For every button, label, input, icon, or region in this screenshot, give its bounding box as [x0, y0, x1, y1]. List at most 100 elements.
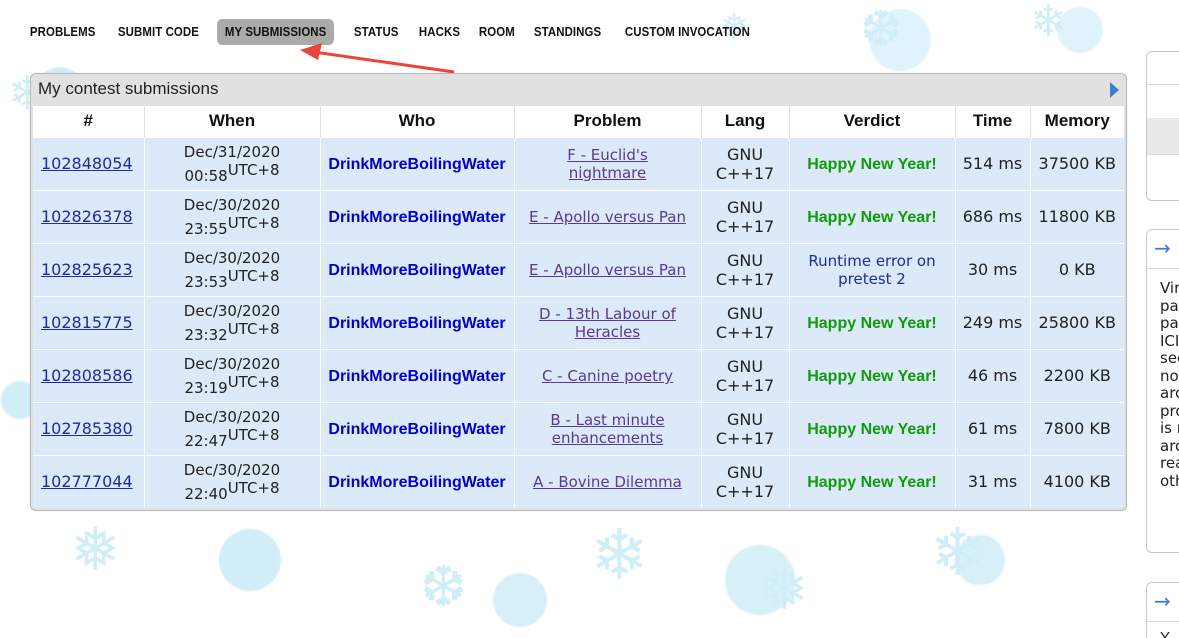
language-label: GNU C++17 [715, 144, 775, 183]
problem-cell: D - 13th Labour of Heracles [514, 295, 702, 349]
verdict-cell: Happy New Year! [789, 136, 956, 190]
submission-date: Dec/31/2020 [183, 142, 281, 161]
memory-cell: 37500 KB [1030, 136, 1124, 190]
submission-id-link[interactable]: 102826378 [41, 207, 133, 226]
who-cell: DrinkMoreBoilingWater [320, 454, 515, 508]
nav-item-problems[interactable]: PROBLEMS [22, 19, 103, 45]
verdict-cell: Happy New Year! [789, 295, 956, 349]
problem-cell: E - Apollo versus Pan [514, 189, 702, 243]
submission-id-link[interactable]: 102808586 [41, 366, 133, 385]
column-header: Verdict [789, 106, 956, 137]
language-label: GNU C++17 [715, 409, 775, 448]
panel-toggle-icon[interactable] [1110, 82, 1119, 98]
language-label: GNU C++17 [715, 462, 775, 501]
memory-cell: 0 KB [1030, 242, 1124, 296]
annotation-arrow [300, 43, 455, 74]
submission-date: Dec/30/2020 [183, 195, 281, 214]
column-header: # [33, 106, 145, 137]
snowflake-decoration: ❄ [0, 377, 34, 423]
user-handle-link[interactable]: DrinkMoreBoilingWater [328, 262, 505, 279]
table-row: 102815775 Dec/30/2020 23:32UTC+8 DrinkMoreB… [33, 295, 1124, 349]
who-cell: DrinkMoreBoilingWater [320, 348, 515, 402]
nav-item-submit-code[interactable]: SUBMIT CODE [110, 19, 207, 45]
time-cell: 249 ms [955, 295, 1031, 349]
table-row: 102825623 Dec/30/2020 23:53UTC+8 DrinkMoreB… [33, 242, 1124, 296]
sidebar-partial-text: Vir pa pa ICI sec no arc pro is r arc re… [1160, 280, 1179, 490]
memory-cell: 25800 KB [1030, 295, 1124, 349]
time-cell: 686 ms [955, 189, 1031, 243]
submission-id-cell: 102815775 [33, 295, 145, 349]
submission-date: Dec/30/2020 [183, 301, 281, 320]
table-row: 102777044 Dec/30/2020 22:40UTC+8 DrinkMoreB… [33, 454, 1124, 508]
who-cell: DrinkMoreBoilingWater [320, 401, 515, 455]
arrow-right-icon[interactable]: → [1154, 236, 1171, 260]
submission-time: 00:58 [184, 166, 228, 185]
memory-cell: 7800 KB [1030, 401, 1124, 455]
problem-link[interactable]: D - 13th Labour of Heracles [528, 305, 688, 341]
panel-title: My contest submissions [38, 79, 219, 98]
nav-item-room[interactable]: ROOM [471, 19, 523, 45]
who-cell: DrinkMoreBoilingWater [320, 189, 515, 243]
who-cell: DrinkMoreBoilingWater [320, 136, 515, 190]
problem-link[interactable]: A - Bovine Dilemma [533, 473, 682, 491]
column-header: When [144, 106, 321, 137]
submission-id-cell: 102848054 [33, 136, 145, 190]
submission-id-link[interactable]: 102825623 [41, 260, 133, 279]
submission-id-link[interactable]: 102777044 [41, 472, 133, 491]
verdict-label: Happy New Year! [807, 473, 937, 491]
table-row: 102826378 Dec/30/2020 23:55UTC+8 DrinkMoreB… [33, 189, 1124, 243]
submission-id-cell: 102785380 [33, 401, 145, 455]
submission-id-cell: 102826378 [33, 189, 145, 243]
sidebar-box-top [1146, 51, 1179, 201]
language-label: GNU C++17 [715, 250, 775, 289]
submission-id-cell: 102808586 [33, 348, 145, 402]
memory-cell: 11800 KB [1030, 189, 1124, 243]
nav-item-standings[interactable]: STANDINGS [526, 19, 609, 45]
problem-link[interactable]: F - Euclid's nightmare [528, 146, 688, 182]
language-cell: GNU C++17 [701, 401, 790, 455]
when-cell: Dec/30/2020 22:40UTC+8 [144, 454, 321, 508]
language-label: GNU C++17 [715, 303, 775, 342]
language-label: GNU C++17 [715, 356, 775, 395]
timezone-label: UTC+8 [227, 425, 280, 444]
problem-cell: A - Bovine Dilemma [514, 454, 702, 508]
problem-link[interactable]: C - Canine poetry [542, 367, 673, 385]
user-handle-link[interactable]: DrinkMoreBoilingWater [328, 474, 505, 491]
arrow-right-icon[interactable]: → [1154, 589, 1171, 613]
when-cell: Dec/30/2020 23:19UTC+8 [144, 348, 321, 402]
verdict-label: Happy New Year! [807, 314, 937, 332]
user-handle-link[interactable]: DrinkMoreBoilingWater [328, 368, 505, 385]
sidebar-box-announcement: → Vir pa pa ICI sec no arc pro is r arc … [1146, 229, 1179, 553]
submission-time: 23:19 [184, 378, 228, 397]
verdict-cell: Happy New Year! [789, 348, 956, 402]
submission-id-cell: 102777044 [33, 454, 145, 508]
problem-link[interactable]: E - Apollo versus Pan [529, 261, 686, 279]
submission-id-link[interactable]: 102785380 [41, 419, 133, 438]
verdict-label: Runtime error on pretest 2 [808, 251, 936, 288]
submission-id-link[interactable]: 102848054 [41, 154, 133, 173]
when-cell: Dec/30/2020 23:55UTC+8 [144, 189, 321, 243]
language-cell: GNU C++17 [701, 348, 790, 402]
who-cell: DrinkMoreBoilingWater [320, 242, 515, 296]
verdict-label: Happy New Year! [807, 208, 937, 226]
verdict-label: Happy New Year! [807, 420, 937, 438]
snowflake-decoration: ❄ [1030, 0, 1067, 47]
verdict-cell: Happy New Year! [789, 189, 956, 243]
snowflake-decoration: ❄ [230, 525, 284, 599]
user-handle-link[interactable]: DrinkMoreBoilingWater [328, 421, 505, 438]
problem-link[interactable]: B - Last minute enhancements [528, 411, 688, 447]
user-handle-link[interactable]: DrinkMoreBoilingWater [328, 315, 505, 332]
user-handle-link[interactable]: DrinkMoreBoilingWater [328, 156, 505, 173]
verdict-cell: Happy New Year! [789, 401, 956, 455]
language-cell: GNU C++17 [701, 136, 790, 190]
when-cell: Dec/30/2020 22:47UTC+8 [144, 401, 321, 455]
column-header: Memory [1030, 106, 1124, 137]
language-cell: GNU C++17 [701, 242, 790, 296]
user-handle-link[interactable]: DrinkMoreBoilingWater [328, 209, 505, 226]
who-cell: DrinkMoreBoilingWater [320, 295, 515, 349]
problem-link[interactable]: E - Apollo versus Pan [529, 208, 686, 226]
submission-id-link[interactable]: 102815775 [41, 313, 133, 332]
snowflake-decoration: ❄ [590, 514, 649, 596]
nav-item-custom-invocation[interactable]: CUSTOM INVOCATION [617, 19, 758, 45]
submission-id-cell: 102825623 [33, 242, 145, 296]
